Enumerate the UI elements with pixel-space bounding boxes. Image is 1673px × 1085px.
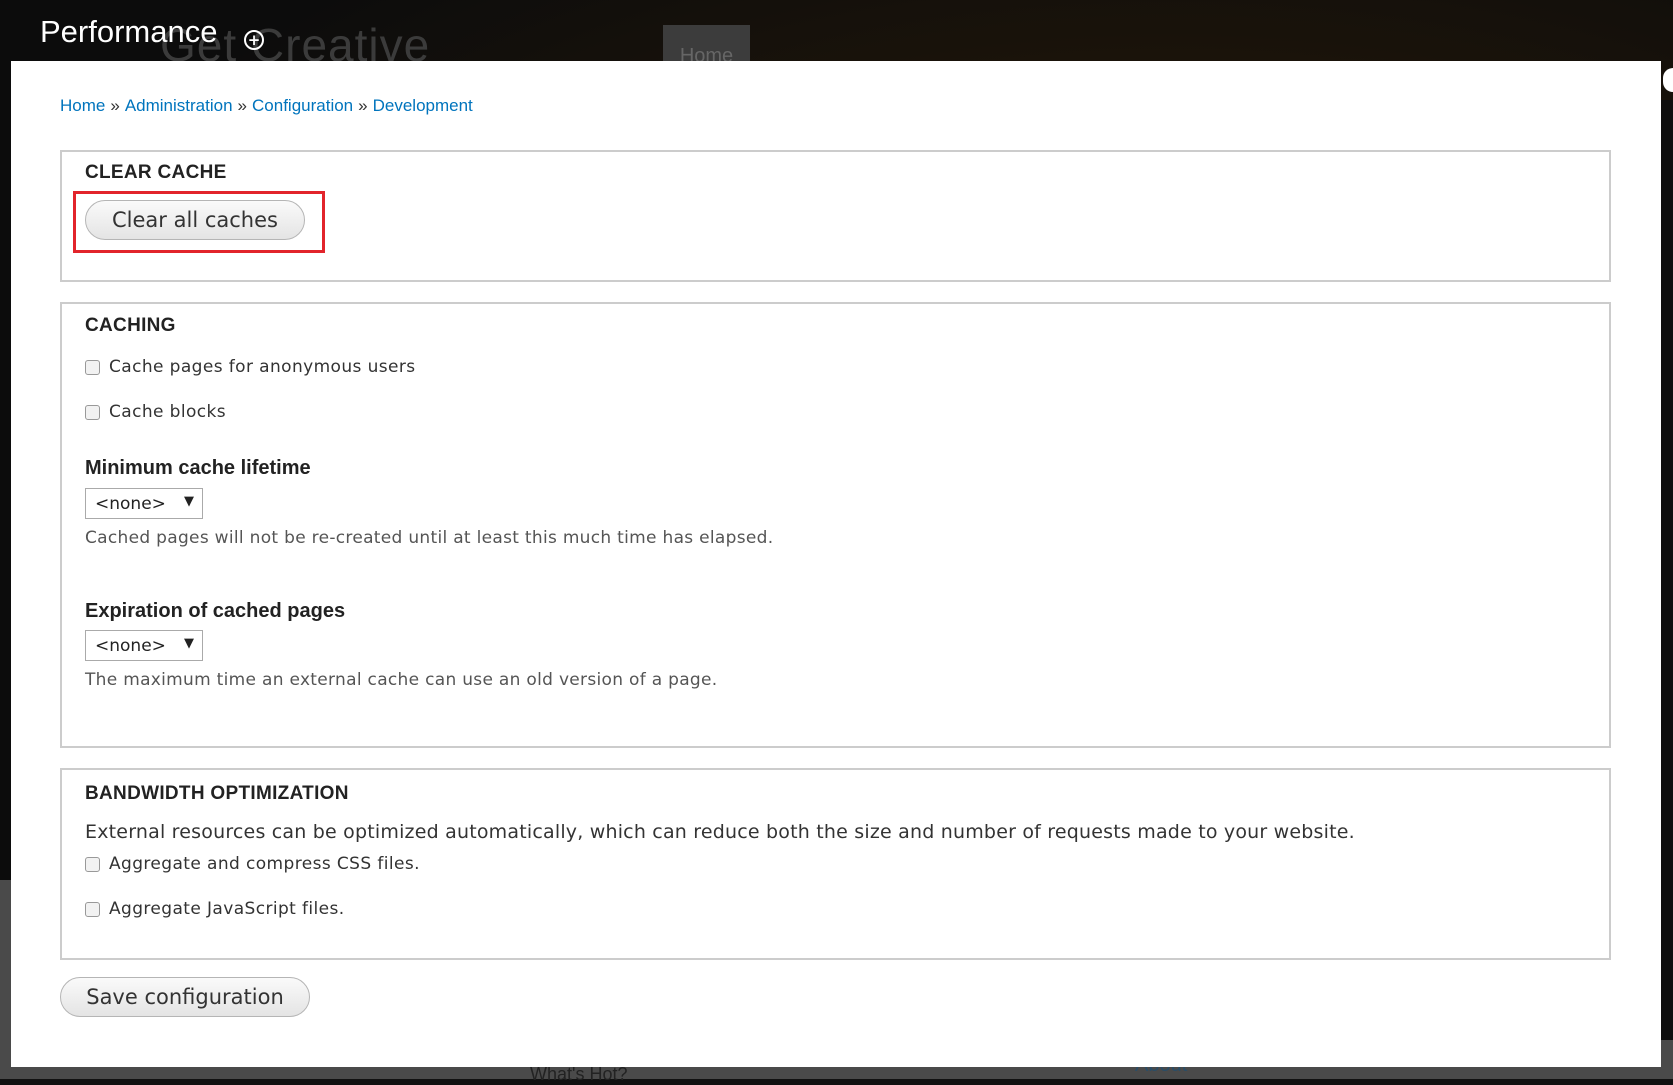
caching-fieldset: CACHING Cache pages for anonymous users … xyxy=(60,302,1611,748)
aggregate-js-row[interactable]: Aggregate JavaScript files. xyxy=(85,899,345,919)
overlay-title: Performance xyxy=(40,14,218,49)
aggregate-css-checkbox[interactable] xyxy=(85,856,100,872)
close-overlay-button[interactable] xyxy=(1663,68,1673,92)
select-value: <none> xyxy=(95,494,166,514)
cache-pages-anonymous-checkbox[interactable] xyxy=(85,359,100,375)
overlay-panel: Home» Administration» Configuration» Develo… xyxy=(11,61,1661,1067)
minimum-cache-lifetime-select[interactable]: <none> ▼ xyxy=(85,488,203,519)
breadcrumb-separator: » xyxy=(358,96,368,115)
aggregate-js-checkbox[interactable] xyxy=(85,901,100,917)
select-value: <none> xyxy=(95,636,166,656)
caching-legend: CACHING xyxy=(85,315,176,336)
aggregate-css-row[interactable]: Aggregate and compress CSS files. xyxy=(85,854,420,874)
cache-pages-anonymous-label[interactable]: Cache pages for anonymous users xyxy=(109,357,416,377)
expiration-cached-pages-label: Expiration of cached pages xyxy=(85,600,346,622)
expiration-cached-pages-select[interactable]: <none> ▼ xyxy=(85,630,203,661)
breadcrumb-separator: » xyxy=(110,96,120,115)
breadcrumb-home[interactable]: Home xyxy=(60,96,105,115)
minimum-cache-lifetime-description: Cached pages will not be re-created unti… xyxy=(85,528,774,548)
breadcrumb-separator: » xyxy=(237,96,248,115)
cache-blocks-checkbox[interactable] xyxy=(85,404,100,420)
breadcrumb-configuration[interactable]: Configuration xyxy=(252,96,353,115)
clear-all-caches-button[interactable]: Clear all caches xyxy=(85,200,305,240)
cache-blocks-label[interactable]: Cache blocks xyxy=(109,402,226,422)
dropdown-arrow-icon: ▼ xyxy=(184,494,194,509)
clear-cache-legend: CLEAR CACHE xyxy=(85,162,227,183)
save-configuration-button[interactable]: Save configuration xyxy=(60,977,310,1017)
dropdown-arrow-icon: ▼ xyxy=(184,636,194,651)
breadcrumb-development[interactable]: Development xyxy=(373,96,473,115)
bandwidth-optimization-legend: BANDWIDTH OPTIMIZATION xyxy=(85,783,349,804)
bandwidth-optimization-fieldset: BANDWIDTH OPTIMIZATION External resource… xyxy=(60,768,1611,960)
expiration-cached-pages-description: The maximum time an external cache can u… xyxy=(85,670,718,690)
bandwidth-optimization-intro: External resources can be optimized auto… xyxy=(85,821,1355,843)
breadcrumb: Home» Administration» Configuration» Develo… xyxy=(60,96,473,116)
clear-cache-fieldset: CLEAR CACHE Clear all caches xyxy=(60,150,1611,282)
page-edge xyxy=(1660,100,1673,1040)
aggregate-css-label[interactable]: Aggregate and compress CSS files. xyxy=(109,854,420,874)
cache-blocks-row[interactable]: Cache blocks xyxy=(85,402,226,422)
minimum-cache-lifetime-label: Minimum cache lifetime xyxy=(85,457,311,479)
breadcrumb-administration[interactable]: Administration xyxy=(125,96,233,115)
plus-circle-icon[interactable]: + xyxy=(244,30,264,50)
background-nav-home: Home xyxy=(663,25,750,65)
cache-pages-anonymous-row[interactable]: Cache pages for anonymous users xyxy=(85,357,416,377)
background-footer-text: What's Hot? xyxy=(530,1064,628,1084)
aggregate-js-label[interactable]: Aggregate JavaScript files. xyxy=(109,899,345,919)
